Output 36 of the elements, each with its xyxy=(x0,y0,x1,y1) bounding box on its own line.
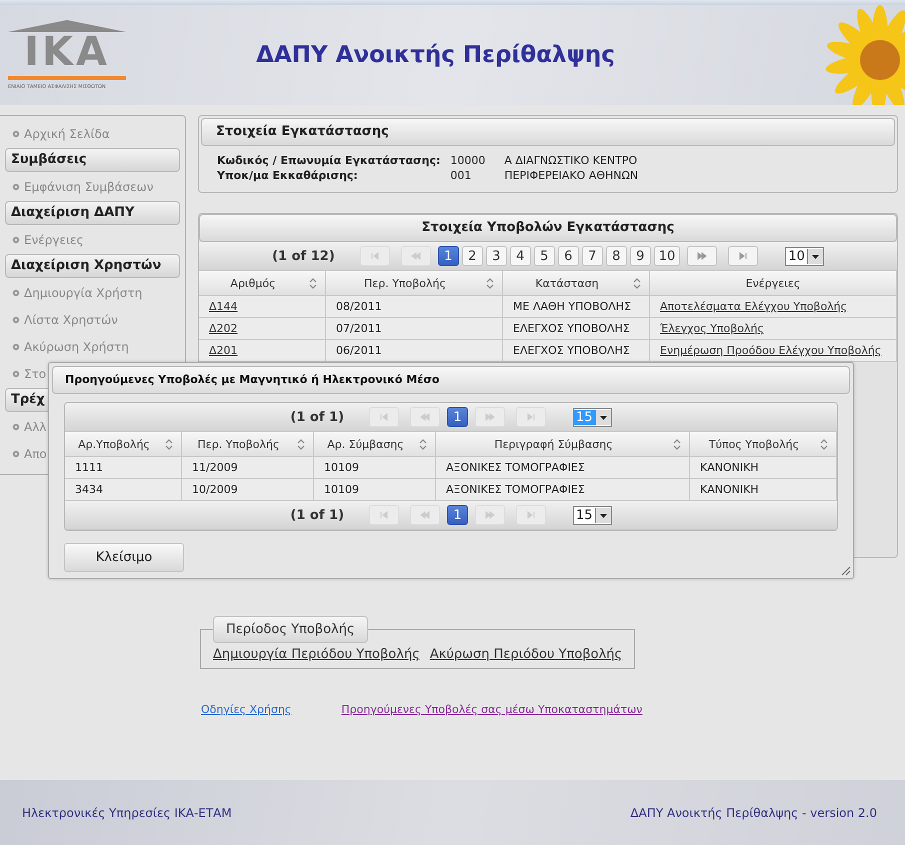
table-cell: ΜΕ ΛΑΘΗ ΥΠΟΒΟΛΗΣ xyxy=(502,296,650,318)
table-cell: 10109 xyxy=(314,456,436,478)
field-value: 10000 xyxy=(450,154,486,167)
page-summary: (1 of 1) xyxy=(290,410,344,424)
page-summary: (1 of 12) xyxy=(272,248,335,264)
table-cell: ΚΑΝΟΝΙΚΗ xyxy=(690,478,836,500)
table-cell: ΕΛΕΓΧΟΣ ΥΠΟΒΟΛΗΣ xyxy=(502,340,650,362)
table-cell: 07/2011 xyxy=(326,318,502,340)
table-cell: 10/2009 xyxy=(182,478,314,500)
column-header: Ενέργειες xyxy=(650,271,896,296)
field-label: Υποκ/μα Εκκαθάρισης: xyxy=(217,169,359,182)
table-cell: 1111 xyxy=(65,456,182,478)
panel-title: Στοιχεία Εγκατάστασης xyxy=(201,118,895,146)
menu-section-header: Διαχείριση Χρηστών xyxy=(5,254,180,278)
fieldset-legend: Περίοδος Υποβολής xyxy=(213,616,368,643)
footer-text: Ηλεκτρονικές Υπηρεσίες ΙΚΑ-ΕΤΑΜ xyxy=(22,806,232,820)
field-value: 001 xyxy=(450,169,472,182)
menu-section-header: Διαχείριση ΔΑΠΥ xyxy=(5,201,180,225)
field-label: Κωδικός / Επωνυμία Εγκατάστασης: xyxy=(217,154,440,167)
page-title: ΔΑΠΥ Ανοικτής Περίθαλψης xyxy=(255,42,616,68)
dialog-title: Προηγούμενες Υποβολές με Μαγνητικό ή Ηλεκτρονικό Μέσο xyxy=(52,366,850,394)
version-text: ΔΑΠΥ Ανοικτής Περίθαλψης - version 2.0 xyxy=(630,806,877,820)
table-cell: ΚΑΝΟΝΙΚΗ xyxy=(690,456,836,478)
table-cell: ΑΞΟΝΙΚΕΣ ΤΟΜΟΓΡΑΦΙΕΣ xyxy=(436,456,690,478)
field-value: ΠΕΡΙΦΕΡΕΙΑΚΟ ΑΘΗΝΩΝ xyxy=(504,169,640,182)
table-cell: 06/2011 xyxy=(326,340,502,362)
table-cell: 3434 xyxy=(65,478,182,500)
field-value: Α ΔΙΑΓΝΩΣΤΙΚΟ ΚΕΝΤΡΟ xyxy=(504,154,638,167)
table-cell: ΕΛΕΓΧΟΣ ΥΠΟΒΟΛΗΣ xyxy=(502,318,650,340)
table-cell: 11/2009 xyxy=(182,456,314,478)
page-summary: (1 of 1) xyxy=(290,508,344,522)
menu-section-header: Συμβάσεις xyxy=(5,148,180,172)
table-title: Στοιχεία Υποβολών Εγκατάστασης xyxy=(199,214,897,242)
table-cell: 08/2011 xyxy=(326,296,502,318)
table-cell: 10109 xyxy=(314,478,436,500)
table-cell: ΑΞΟΝΙΚΕΣ ΤΟΜΟΓΡΑΦΙΕΣ xyxy=(436,478,690,500)
